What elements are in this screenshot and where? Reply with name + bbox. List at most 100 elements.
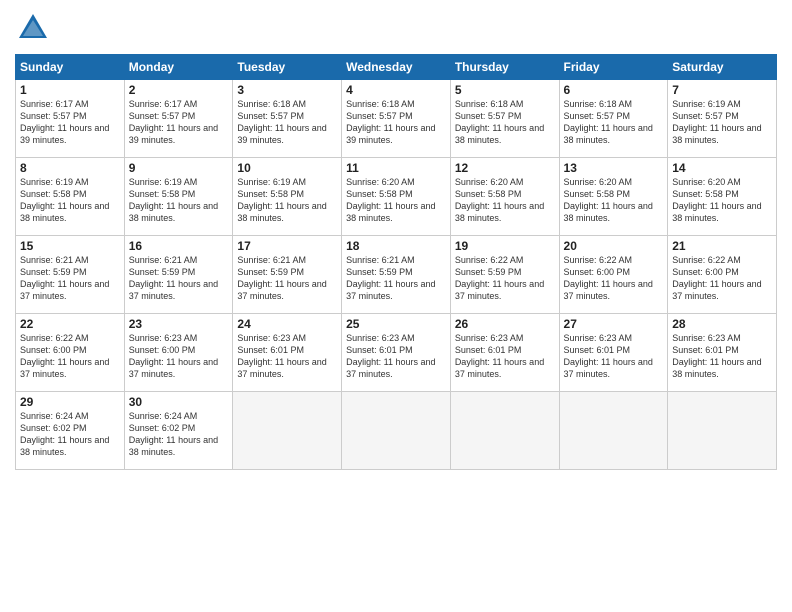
- day-info: Sunrise: 6:23 AMSunset: 6:01 PMDaylight:…: [346, 332, 446, 381]
- calendar-cell: 14Sunrise: 6:20 AMSunset: 5:58 PMDayligh…: [668, 158, 777, 236]
- calendar-cell: 15Sunrise: 6:21 AMSunset: 5:59 PMDayligh…: [16, 236, 125, 314]
- calendar-week-row: 29Sunrise: 6:24 AMSunset: 6:02 PMDayligh…: [16, 392, 777, 470]
- calendar-cell: 13Sunrise: 6:20 AMSunset: 5:58 PMDayligh…: [559, 158, 668, 236]
- calendar-header-cell: Monday: [124, 55, 233, 80]
- day-number: 27: [564, 317, 664, 331]
- calendar-header-cell: Tuesday: [233, 55, 342, 80]
- day-info: Sunrise: 6:22 AMSunset: 6:00 PMDaylight:…: [20, 332, 120, 381]
- day-info: Sunrise: 6:23 AMSunset: 6:01 PMDaylight:…: [672, 332, 772, 381]
- calendar-cell: 3Sunrise: 6:18 AMSunset: 5:57 PMDaylight…: [233, 80, 342, 158]
- day-number: 4: [346, 83, 446, 97]
- day-number: 28: [672, 317, 772, 331]
- day-info: Sunrise: 6:24 AMSunset: 6:02 PMDaylight:…: [129, 410, 229, 459]
- header: [15, 10, 777, 46]
- day-info: Sunrise: 6:19 AMSunset: 5:58 PMDaylight:…: [20, 176, 120, 225]
- calendar-cell: 9Sunrise: 6:19 AMSunset: 5:58 PMDaylight…: [124, 158, 233, 236]
- day-number: 22: [20, 317, 120, 331]
- day-number: 15: [20, 239, 120, 253]
- day-info: Sunrise: 6:23 AMSunset: 6:01 PMDaylight:…: [564, 332, 664, 381]
- day-info: Sunrise: 6:22 AMSunset: 6:00 PMDaylight:…: [564, 254, 664, 303]
- day-info: Sunrise: 6:17 AMSunset: 5:57 PMDaylight:…: [20, 98, 120, 147]
- day-number: 21: [672, 239, 772, 253]
- calendar-cell: [233, 392, 342, 470]
- calendar-body: 1Sunrise: 6:17 AMSunset: 5:57 PMDaylight…: [16, 80, 777, 470]
- calendar-cell: 30Sunrise: 6:24 AMSunset: 6:02 PMDayligh…: [124, 392, 233, 470]
- day-number: 23: [129, 317, 229, 331]
- calendar-cell: 8Sunrise: 6:19 AMSunset: 5:58 PMDaylight…: [16, 158, 125, 236]
- calendar-cell: 24Sunrise: 6:23 AMSunset: 6:01 PMDayligh…: [233, 314, 342, 392]
- calendar-cell: 16Sunrise: 6:21 AMSunset: 5:59 PMDayligh…: [124, 236, 233, 314]
- day-number: 26: [455, 317, 555, 331]
- day-info: Sunrise: 6:21 AMSunset: 5:59 PMDaylight:…: [20, 254, 120, 303]
- day-info: Sunrise: 6:23 AMSunset: 6:01 PMDaylight:…: [237, 332, 337, 381]
- calendar-cell: 5Sunrise: 6:18 AMSunset: 5:57 PMDaylight…: [450, 80, 559, 158]
- day-number: 13: [564, 161, 664, 175]
- day-info: Sunrise: 6:18 AMSunset: 5:57 PMDaylight:…: [564, 98, 664, 147]
- day-number: 19: [455, 239, 555, 253]
- day-number: 6: [564, 83, 664, 97]
- calendar-cell: 11Sunrise: 6:20 AMSunset: 5:58 PMDayligh…: [342, 158, 451, 236]
- calendar-cell: 18Sunrise: 6:21 AMSunset: 5:59 PMDayligh…: [342, 236, 451, 314]
- day-info: Sunrise: 6:20 AMSunset: 5:58 PMDaylight:…: [346, 176, 446, 225]
- calendar-cell: 22Sunrise: 6:22 AMSunset: 6:00 PMDayligh…: [16, 314, 125, 392]
- day-info: Sunrise: 6:22 AMSunset: 5:59 PMDaylight:…: [455, 254, 555, 303]
- calendar-cell: [342, 392, 451, 470]
- calendar-cell: 19Sunrise: 6:22 AMSunset: 5:59 PMDayligh…: [450, 236, 559, 314]
- calendar-cell: 27Sunrise: 6:23 AMSunset: 6:01 PMDayligh…: [559, 314, 668, 392]
- day-info: Sunrise: 6:23 AMSunset: 6:00 PMDaylight:…: [129, 332, 229, 381]
- calendar-cell: 20Sunrise: 6:22 AMSunset: 6:00 PMDayligh…: [559, 236, 668, 314]
- day-info: Sunrise: 6:21 AMSunset: 5:59 PMDaylight:…: [346, 254, 446, 303]
- day-info: Sunrise: 6:17 AMSunset: 5:57 PMDaylight:…: [129, 98, 229, 147]
- day-info: Sunrise: 6:18 AMSunset: 5:57 PMDaylight:…: [346, 98, 446, 147]
- day-number: 3: [237, 83, 337, 97]
- calendar-cell: 21Sunrise: 6:22 AMSunset: 6:00 PMDayligh…: [668, 236, 777, 314]
- day-number: 9: [129, 161, 229, 175]
- day-number: 25: [346, 317, 446, 331]
- day-number: 16: [129, 239, 229, 253]
- day-number: 24: [237, 317, 337, 331]
- day-info: Sunrise: 6:22 AMSunset: 6:00 PMDaylight:…: [672, 254, 772, 303]
- day-info: Sunrise: 6:19 AMSunset: 5:58 PMDaylight:…: [129, 176, 229, 225]
- calendar-cell: 6Sunrise: 6:18 AMSunset: 5:57 PMDaylight…: [559, 80, 668, 158]
- day-info: Sunrise: 6:23 AMSunset: 6:01 PMDaylight:…: [455, 332, 555, 381]
- calendar-cell: 29Sunrise: 6:24 AMSunset: 6:02 PMDayligh…: [16, 392, 125, 470]
- calendar-cell: 23Sunrise: 6:23 AMSunset: 6:00 PMDayligh…: [124, 314, 233, 392]
- day-number: 10: [237, 161, 337, 175]
- calendar-header-row: SundayMondayTuesdayWednesdayThursdayFrid…: [16, 55, 777, 80]
- day-number: 30: [129, 395, 229, 409]
- day-info: Sunrise: 6:20 AMSunset: 5:58 PMDaylight:…: [672, 176, 772, 225]
- calendar-cell: [559, 392, 668, 470]
- day-info: Sunrise: 6:19 AMSunset: 5:57 PMDaylight:…: [672, 98, 772, 147]
- day-number: 5: [455, 83, 555, 97]
- day-info: Sunrise: 6:24 AMSunset: 6:02 PMDaylight:…: [20, 410, 120, 459]
- calendar-cell: 12Sunrise: 6:20 AMSunset: 5:58 PMDayligh…: [450, 158, 559, 236]
- day-number: 7: [672, 83, 772, 97]
- logo-icon: [15, 10, 51, 46]
- calendar-cell: 10Sunrise: 6:19 AMSunset: 5:58 PMDayligh…: [233, 158, 342, 236]
- calendar-cell: [450, 392, 559, 470]
- calendar: SundayMondayTuesdayWednesdayThursdayFrid…: [15, 54, 777, 470]
- day-number: 14: [672, 161, 772, 175]
- calendar-week-row: 8Sunrise: 6:19 AMSunset: 5:58 PMDaylight…: [16, 158, 777, 236]
- calendar-cell: 26Sunrise: 6:23 AMSunset: 6:01 PMDayligh…: [450, 314, 559, 392]
- calendar-header-cell: Wednesday: [342, 55, 451, 80]
- day-info: Sunrise: 6:18 AMSunset: 5:57 PMDaylight:…: [237, 98, 337, 147]
- calendar-cell: 2Sunrise: 6:17 AMSunset: 5:57 PMDaylight…: [124, 80, 233, 158]
- day-number: 18: [346, 239, 446, 253]
- day-info: Sunrise: 6:21 AMSunset: 5:59 PMDaylight:…: [129, 254, 229, 303]
- calendar-cell: 28Sunrise: 6:23 AMSunset: 6:01 PMDayligh…: [668, 314, 777, 392]
- day-info: Sunrise: 6:20 AMSunset: 5:58 PMDaylight:…: [564, 176, 664, 225]
- day-number: 2: [129, 83, 229, 97]
- calendar-week-row: 22Sunrise: 6:22 AMSunset: 6:00 PMDayligh…: [16, 314, 777, 392]
- calendar-header-cell: Saturday: [668, 55, 777, 80]
- calendar-header-cell: Friday: [559, 55, 668, 80]
- day-number: 29: [20, 395, 120, 409]
- day-info: Sunrise: 6:19 AMSunset: 5:58 PMDaylight:…: [237, 176, 337, 225]
- day-info: Sunrise: 6:21 AMSunset: 5:59 PMDaylight:…: [237, 254, 337, 303]
- calendar-cell: 4Sunrise: 6:18 AMSunset: 5:57 PMDaylight…: [342, 80, 451, 158]
- calendar-cell: 25Sunrise: 6:23 AMSunset: 6:01 PMDayligh…: [342, 314, 451, 392]
- day-info: Sunrise: 6:18 AMSunset: 5:57 PMDaylight:…: [455, 98, 555, 147]
- day-number: 20: [564, 239, 664, 253]
- day-number: 8: [20, 161, 120, 175]
- calendar-header-cell: Sunday: [16, 55, 125, 80]
